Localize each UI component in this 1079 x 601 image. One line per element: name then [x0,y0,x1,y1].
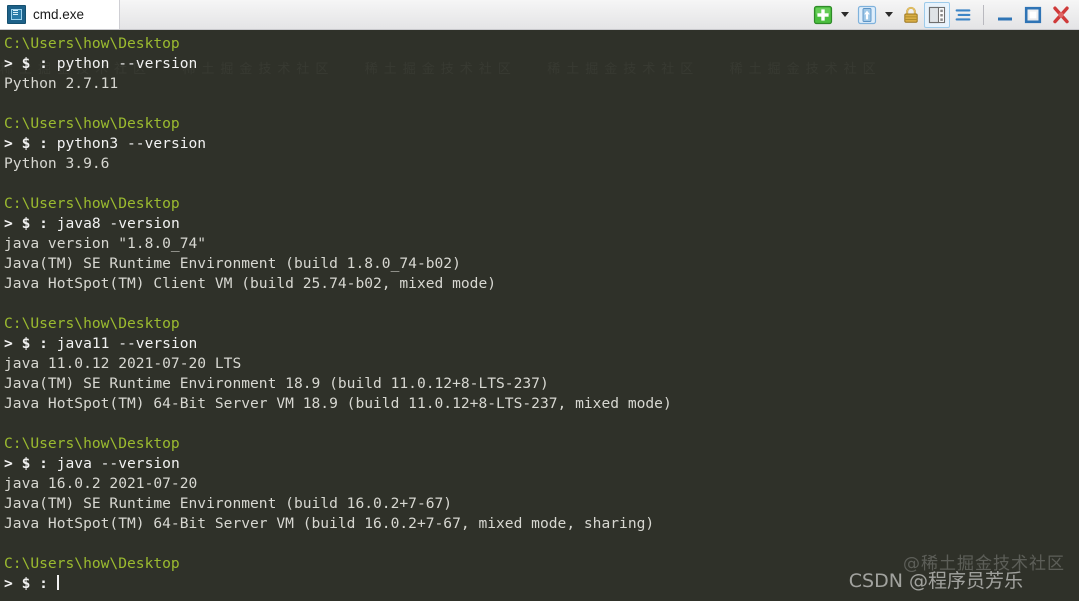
active-command-line: > $ : [4,574,1079,594]
prompt-sigil: > $ : [4,135,57,152]
output-text: Python 2.7.11 [4,75,119,92]
command-line: > $ : python3 --version [4,134,1079,154]
command-line: > $ : python --version [4,54,1079,74]
prompt-sigil: > $ : [4,575,57,592]
prompt-sigil: > $ : [4,335,57,352]
output-line: java version "1.8.0_74" [4,234,1079,254]
new-console-dropdown-icon[interactable] [841,12,849,17]
up-arrow-icon [857,5,877,24]
command-line: > $ : java8 -version [4,214,1079,234]
active-console-button[interactable] [854,2,880,28]
output-line: Java HotSpot(TM) 64-Bit Server VM (build… [4,514,1079,534]
output-text: Java(TM) SE Runtime Environment (build 1… [4,495,453,512]
text-cursor [56,575,59,590]
prompt-sigil: > $ : [4,455,57,472]
plus-green-icon [813,5,833,24]
maximize-button[interactable] [1019,2,1047,28]
prompt-sigil: > $ : [4,55,57,72]
prompt-sigil: > $ : [4,215,57,232]
command-text: java8 -version [56,215,180,232]
tab-cmd-exe[interactable]: cmd.exe [0,0,120,29]
tab-label: cmd.exe [33,7,85,22]
prompt-path-line: C:\Users\how\Desktop [4,34,1079,54]
output-line: Python 3.9.6 [4,154,1079,174]
output-text: Java(TM) SE Runtime Environment 18.9 (bu… [4,375,549,392]
output-text: Java(TM) SE Runtime Environment (build 1… [4,255,461,272]
prompt-path: C:\Users\how\Desktop [4,115,180,132]
output-text: Java HotSpot(TM) 64-Bit Server VM 18.9 (… [4,395,672,412]
lock-icon [904,6,918,23]
output-text: java 11.0.12 2021-07-20 LTS [4,355,242,372]
output-line: Java(TM) SE Runtime Environment (build 1… [4,254,1079,274]
output-line: java 11.0.12 2021-07-20 LTS [4,354,1079,374]
prompt-path-line: C:\Users\how\Desktop [4,194,1079,214]
terminal-output-area[interactable]: 稀土掘金技术社区 稀土掘金技术社区 稀土掘金技术社区 稀土掘金技术社区 稀土掘金… [0,30,1079,601]
output-line: Java(TM) SE Runtime Environment (build 1… [4,494,1079,514]
active-console-dropdown-icon[interactable] [885,12,893,17]
split-panes-icon [928,6,946,23]
prompt-path: C:\Users\how\Desktop [4,435,180,452]
titlebar-toolbar [810,0,1079,29]
terminal-lines: C:\Users\how\Desktop > $ : python --versi… [4,34,1079,594]
maximize-icon [1024,6,1042,23]
lock-button[interactable] [898,2,924,28]
prompt-path-line: C:\Users\how\Desktop [4,114,1079,134]
hamburger-menu-icon [955,8,971,20]
output-line: Java(TM) SE Runtime Environment 18.9 (bu… [4,374,1079,394]
new-console-button[interactable] [810,2,836,28]
prompt-path-line: C:\Users\how\Desktop [4,554,1079,574]
command-line: > $ : java11 --version [4,334,1079,354]
prompt-path-line: C:\Users\how\Desktop [4,434,1079,454]
command-text: java --version [56,455,180,472]
output-text: Python 3.9.6 [4,155,110,172]
prompt-path: C:\Users\how\Desktop [4,195,180,212]
output-text: Java HotSpot(TM) Client VM (build 25.74-… [4,275,497,292]
titlebar-spacer [120,0,810,29]
minimize-button[interactable] [991,2,1019,28]
close-icon [1053,6,1069,23]
console-icon [7,5,26,24]
prompt-path: C:\Users\how\Desktop [4,35,180,52]
command-text: python --version [56,55,198,72]
menu-button[interactable] [950,2,976,28]
command-line: > $ : java --version [4,454,1079,474]
output-text: java 16.0.2 2021-07-20 [4,475,198,492]
title-bar: cmd.exe [0,0,1079,30]
command-text: java11 --version [56,335,198,352]
command-text: python3 --version [56,135,207,152]
output-line: Python 2.7.11 [4,74,1079,94]
split-view-button[interactable] [924,1,950,28]
minimize-icon [998,17,1012,20]
output-line: Java HotSpot(TM) 64-Bit Server VM 18.9 (… [4,394,1079,414]
output-line: Java HotSpot(TM) Client VM (build 25.74-… [4,274,1079,294]
toolbar-separator [983,4,984,25]
close-button[interactable] [1047,2,1075,28]
prompt-path: C:\Users\how\Desktop [4,315,180,332]
output-text: java version "1.8.0_74" [4,235,207,252]
output-line: java 16.0.2 2021-07-20 [4,474,1079,494]
output-text: Java HotSpot(TM) 64-Bit Server VM (build… [4,515,655,532]
prompt-path: C:\Users\how\Desktop [4,555,180,572]
prompt-path-line: C:\Users\how\Desktop [4,314,1079,334]
